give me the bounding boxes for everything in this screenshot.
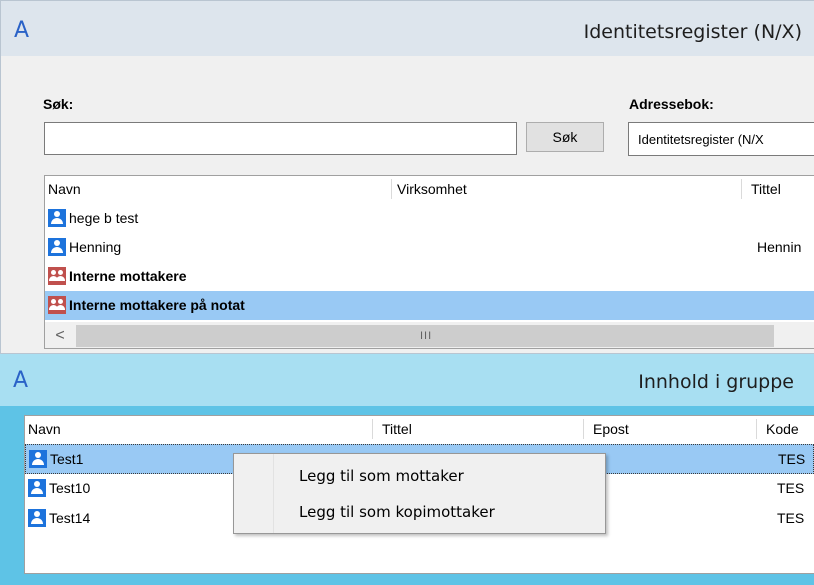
column-separator[interactable] bbox=[756, 419, 757, 439]
app-logo-icon: A bbox=[14, 18, 30, 43]
person-icon bbox=[28, 509, 46, 527]
scroll-left-icon[interactable]: < bbox=[45, 323, 75, 348]
column-separator[interactable] bbox=[583, 419, 584, 439]
member-name: Test1 bbox=[50, 451, 84, 467]
column-header-title[interactable]: Tittel bbox=[751, 181, 781, 197]
window-titlebar[interactable]: A Identitetsregister (N/X) bbox=[1, 1, 814, 56]
list-header: Navn Tittel Epost Kode bbox=[25, 416, 814, 442]
group-icon bbox=[48, 267, 66, 285]
contact-name: hege b test bbox=[69, 210, 139, 226]
context-menu: Legg til som mottaker Legg til som kopim… bbox=[233, 453, 606, 534]
member-name: Test14 bbox=[49, 510, 91, 526]
window-titlebar[interactable]: A Innhold i gruppe bbox=[0, 354, 814, 406]
list-item[interactable]: hege b test bbox=[45, 204, 814, 233]
column-header-name[interactable]: Navn bbox=[48, 181, 81, 197]
member-code: TES bbox=[778, 451, 806, 467]
person-icon bbox=[48, 209, 66, 227]
menu-item-add-cc-recipient[interactable]: Legg til som kopimottaker bbox=[236, 498, 604, 528]
column-header-email[interactable]: Epost bbox=[593, 421, 629, 437]
group-name: Interne mottakere bbox=[69, 268, 187, 284]
menu-item-label: Legg til som kopimottaker bbox=[299, 503, 495, 521]
search-label: Søk: bbox=[43, 96, 74, 112]
column-separator[interactable] bbox=[391, 179, 392, 199]
search-input[interactable] bbox=[44, 122, 517, 155]
search-button[interactable]: Søk bbox=[526, 122, 604, 152]
member-code: TES bbox=[777, 480, 805, 496]
window-title: Innhold i gruppe bbox=[638, 371, 794, 393]
person-icon bbox=[28, 479, 46, 497]
column-header-code[interactable]: Kode bbox=[766, 421, 799, 437]
column-header-title[interactable]: Tittel bbox=[382, 421, 412, 437]
window-title: Identitetsregister (N/X) bbox=[583, 21, 802, 43]
column-header-company[interactable]: Virksomhet bbox=[397, 181, 467, 197]
menu-item-label: Legg til som mottaker bbox=[299, 467, 464, 485]
horizontal-scrollbar[interactable]: < III bbox=[45, 322, 814, 348]
address-book-label: Adressebok: bbox=[629, 96, 714, 112]
list-header: Navn Virksomhet Tittel bbox=[45, 176, 814, 202]
column-separator[interactable] bbox=[741, 179, 742, 199]
address-book-window: A Identitetsregister (N/X) Søk: Adresseb… bbox=[0, 0, 814, 354]
group-name: Interne mottakere på notat bbox=[69, 297, 245, 313]
app-logo-icon: A bbox=[13, 368, 29, 393]
address-book-select[interactable]: Identitetsregister (N/X bbox=[628, 122, 814, 156]
contact-title: Hennin bbox=[757, 239, 802, 255]
column-separator[interactable] bbox=[372, 419, 373, 439]
menu-item-add-recipient[interactable]: Legg til som mottaker bbox=[236, 462, 604, 492]
group-icon bbox=[48, 296, 66, 314]
column-header-name[interactable]: Navn bbox=[28, 421, 61, 437]
list-item-selected[interactable]: Interne mottakere på notat bbox=[45, 291, 814, 320]
contact-name: Henning bbox=[69, 239, 122, 255]
contact-list[interactable]: Navn Virksomhet Tittel hege b test Henni… bbox=[44, 175, 814, 349]
scrollbar-grip-icon: III bbox=[420, 330, 433, 342]
scrollbar-thumb[interactable]: III bbox=[76, 325, 774, 347]
member-code: TES bbox=[777, 510, 805, 526]
list-item[interactable]: Henning Hennin bbox=[45, 233, 814, 262]
person-icon bbox=[29, 450, 47, 468]
member-name: Test10 bbox=[49, 480, 91, 496]
list-item[interactable]: Interne mottakere bbox=[45, 262, 814, 291]
person-icon bbox=[48, 238, 66, 256]
